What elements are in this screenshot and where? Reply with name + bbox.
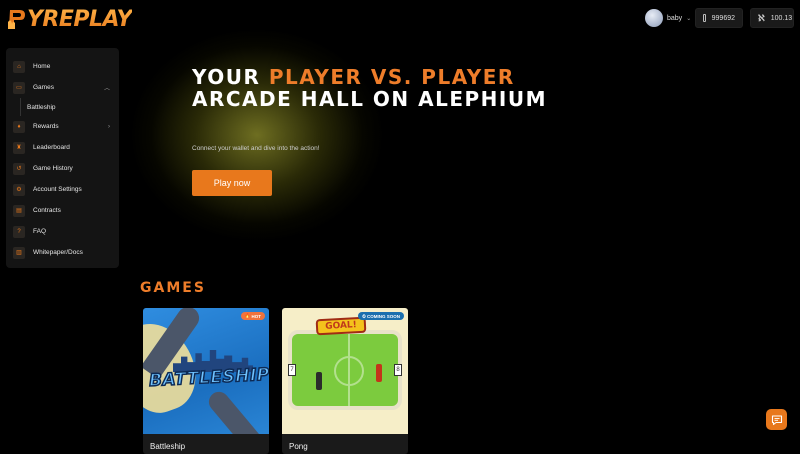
hero-subtitle: Connect your wallet and dive into the ac… bbox=[192, 145, 320, 152]
wallet-icon bbox=[703, 14, 706, 22]
username: baby bbox=[667, 14, 683, 22]
sidebar-item-label: FAQ bbox=[33, 228, 47, 235]
balance-secondary-chip[interactable]: ℵ 100.13 bbox=[750, 8, 794, 28]
balance-primary-value: 999692 bbox=[711, 14, 735, 22]
game-card-battleship[interactable]: BATTLESHIP 🔥 HOT Battleship bbox=[143, 308, 269, 454]
gift-icon: ♦ bbox=[13, 120, 25, 133]
sidebar-item-games[interactable]: ▭ Games ︿ bbox=[6, 77, 119, 98]
document-icon: ▤ bbox=[13, 204, 25, 217]
home-icon: ⌂ bbox=[13, 60, 25, 73]
avatar bbox=[645, 9, 663, 27]
logo-text: YREPLAY bbox=[27, 6, 132, 32]
book-icon: ▥ bbox=[13, 246, 25, 259]
sidebar-item-home[interactable]: ⌂ Home bbox=[6, 56, 119, 77]
chevron-down-icon: ⌄ bbox=[686, 15, 692, 22]
play-now-button[interactable]: Play now bbox=[192, 170, 272, 196]
chevron-up-icon: ︿ bbox=[103, 86, 110, 92]
battleship-thumbnail: BATTLESHIP 🔥 HOT bbox=[143, 308, 269, 434]
paddle-icon bbox=[316, 372, 322, 390]
user-menu[interactable]: baby ⌄ bbox=[645, 8, 691, 28]
chevron-right-icon: › bbox=[108, 123, 110, 130]
goal-art-title: GOAL! bbox=[315, 316, 367, 336]
sidebar-item-label: Game History bbox=[33, 165, 73, 172]
sidebar-item-label: Leaderboard bbox=[33, 144, 70, 151]
sidebar-item-label: Rewards bbox=[33, 123, 59, 130]
sidebar: ⌂ Home ▭ Games ︿ Battleship ♦ Rewards › … bbox=[6, 48, 119, 268]
pong-thumbnail: 7 8 GOAL! ⏲ COMING SOON bbox=[282, 308, 408, 434]
game-card-title: Battleship bbox=[150, 442, 186, 451]
game-card-title: Pong bbox=[289, 442, 308, 451]
balance-secondary-value: 100.13 bbox=[770, 14, 793, 22]
sidebar-item-game-history[interactable]: ↺ Game History bbox=[6, 158, 119, 179]
flame-logo-icon bbox=[8, 10, 25, 29]
hot-badge: 🔥 HOT bbox=[240, 312, 265, 320]
sidebar-item-whitepaper[interactable]: ▥ Whitepaper/Docs bbox=[6, 242, 119, 263]
sidebar-item-faq[interactable]: ? FAQ bbox=[6, 221, 119, 242]
question-icon: ? bbox=[13, 225, 25, 238]
alephium-icon: ℵ bbox=[758, 12, 765, 23]
hero-title-part2: Arcade Hall on Alephium bbox=[192, 87, 547, 111]
sidebar-item-label: Whitepaper/Docs bbox=[33, 249, 83, 256]
sidebar-item-label: Home bbox=[33, 63, 51, 70]
logo[interactable]: YREPLAY bbox=[6, 6, 132, 32]
hero-glow bbox=[132, 30, 382, 240]
sidebar-item-label: Account Settings bbox=[33, 186, 82, 193]
sidebar-item-label: Contracts bbox=[33, 207, 61, 214]
game-card-pong[interactable]: 7 8 GOAL! ⏲ COMING SOON Pong bbox=[282, 308, 408, 454]
gear-icon: ⚙ bbox=[13, 183, 25, 196]
games-heading: GAMES bbox=[140, 280, 206, 296]
coming-soon-badge: ⏲ COMING SOON bbox=[358, 312, 404, 320]
sidebar-item-contracts[interactable]: ▤ Contracts bbox=[6, 200, 119, 221]
sidebar-subitem-battleship[interactable]: Battleship bbox=[20, 98, 119, 116]
paddle-icon bbox=[376, 364, 382, 382]
history-icon: ↺ bbox=[13, 162, 25, 175]
sidebar-item-label: Battleship bbox=[27, 103, 56, 111]
sidebar-item-leaderboard[interactable]: ♜ Leaderboard bbox=[6, 137, 119, 158]
trophy-icon: ♜ bbox=[13, 141, 25, 154]
hero-title: Your Player vs. Player Arcade Hall on Al… bbox=[192, 66, 612, 110]
chat-icon bbox=[771, 414, 782, 425]
sidebar-item-account-settings[interactable]: ⚙ Account Settings bbox=[6, 179, 119, 200]
gamepad-icon: ▭ bbox=[13, 81, 25, 94]
sidebar-item-label: Games bbox=[33, 84, 54, 91]
hero-title-accent: Player vs. Player bbox=[268, 65, 515, 89]
hero-title-part1: Your bbox=[192, 65, 269, 89]
sidebar-item-rewards[interactable]: ♦ Rewards › bbox=[6, 116, 119, 137]
balance-primary-chip[interactable]: 999692 bbox=[695, 8, 743, 28]
chat-support-button[interactable] bbox=[766, 409, 787, 430]
